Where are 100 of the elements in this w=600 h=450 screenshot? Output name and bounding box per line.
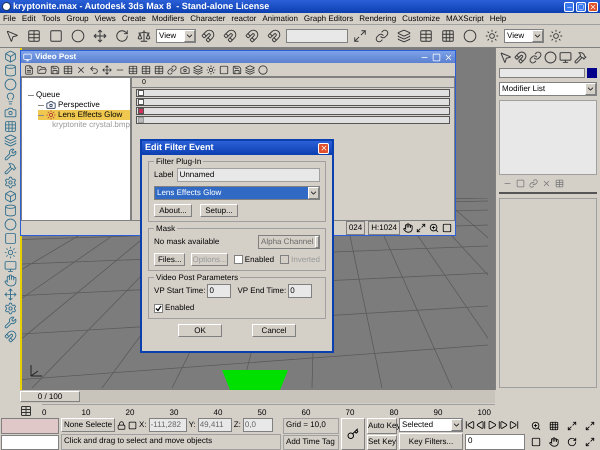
current-frame-field[interactable]: 0 [465, 434, 525, 450]
checkbox[interactable] [234, 255, 243, 264]
scene-event-icon[interactable] [180, 64, 190, 74]
orbit-icon[interactable] [567, 437, 577, 447]
go-to-end-icon[interactable] [509, 420, 519, 430]
minimize-button[interactable] [564, 2, 574, 12]
maximize-viewport-icon[interactable] [585, 437, 595, 447]
menu-item[interactable]: Edit [22, 12, 36, 24]
event-track[interactable] [136, 116, 450, 124]
caret-icon [451, 419, 462, 431]
close-icon[interactable] [444, 52, 453, 62]
play-icon[interactable] [487, 420, 497, 430]
zoom-icon[interactable] [429, 223, 439, 233]
dialog-button[interactable]: Setup... [200, 204, 238, 217]
menu-item[interactable]: reactor [231, 12, 256, 24]
filter-plugin-dropdown[interactable]: Lens Effects Glow [154, 186, 320, 200]
menu-item[interactable]: Customize [402, 12, 440, 24]
sphere-icon[interactable] [4, 78, 16, 91]
menu-item[interactable]: Views [94, 12, 116, 24]
zoom-icon[interactable] [531, 421, 541, 431]
menu-item[interactable]: Help [490, 12, 506, 24]
end-time-field[interactable]: 0 [288, 284, 312, 298]
next-frame-icon[interactable] [498, 420, 508, 430]
maximize-icon[interactable] [432, 52, 441, 62]
camera-icon[interactable] [4, 106, 16, 119]
maxscript-input[interactable] [1, 434, 59, 450]
queue-row[interactable]: Lens Effects Glow [38, 110, 130, 120]
pan-icon[interactable] [403, 223, 413, 233]
menu-item[interactable]: Group [66, 12, 89, 24]
checkbox-label: Enabled [165, 302, 194, 314]
reference-dropdown[interactable]: View [156, 29, 196, 43]
settings-icon[interactable] [4, 176, 16, 189]
save-icon[interactable] [50, 64, 60, 74]
menu-item[interactable]: Character [190, 12, 226, 24]
label-field[interactable]: Unnamed [176, 168, 320, 182]
dialog-title: Edit Filter Event [145, 141, 215, 154]
mask-message: No mask available [154, 236, 220, 248]
close-button[interactable] [318, 142, 329, 154]
frame-tick-label: 0 [42, 409, 46, 417]
queue-row[interactable]: Queue [28, 90, 130, 100]
utilities-tab-icon[interactable] [574, 51, 587, 64]
open-icon[interactable] [37, 64, 47, 74]
delete-icon[interactable] [76, 64, 86, 74]
key-icon [347, 428, 359, 440]
dialog-button[interactable]: About... [154, 204, 192, 217]
plane-icon[interactable] [4, 120, 16, 133]
frame-tick-label: 50 [258, 409, 266, 417]
set-key-button[interactable]: Set Key [367, 434, 397, 450]
go-to-start-icon[interactable] [465, 420, 475, 430]
restore-button[interactable] [576, 2, 586, 12]
display-tab-icon[interactable] [559, 51, 572, 64]
modifier-list-dropdown[interactable]: Modifier List [499, 82, 597, 96]
y-coordinate-field[interactable]: 49,411 [198, 418, 232, 432]
event-track[interactable] [136, 107, 450, 115]
create-tab-icon[interactable] [499, 51, 512, 64]
hammer-icon[interactable] [4, 162, 16, 175]
dialog-button[interactable]: OK [178, 324, 222, 337]
frame-tick-label: 70 [346, 409, 354, 417]
checkbox[interactable] [154, 304, 163, 312]
render-view-dropdown[interactable]: View [504, 29, 544, 43]
close-button[interactable] [588, 2, 598, 12]
new-icon[interactable] [24, 64, 34, 74]
frame-tick-label: 40 [214, 409, 222, 417]
frame-tick-label: 90 [434, 409, 442, 417]
event-track[interactable] [136, 98, 450, 106]
start-time-field[interactable]: 0 [207, 284, 232, 298]
previous-frame-icon[interactable] [476, 420, 486, 430]
menu-item[interactable]: Modifiers [152, 12, 184, 24]
menu-item[interactable]: Create [122, 12, 146, 24]
frame-counter-thumb[interactable]: 0 / 100 [20, 391, 80, 402]
menu-item[interactable]: MAXScript [446, 12, 484, 24]
cylinder-icon[interactable] [4, 64, 16, 77]
layers-icon[interactable] [4, 134, 16, 147]
z-coordinate-field[interactable]: 0,0 [242, 418, 273, 432]
object-color-swatch[interactable] [587, 68, 597, 78]
lock-icon[interactable] [117, 420, 126, 430]
display-icon[interactable] [4, 260, 16, 273]
menu-item[interactable]: File [3, 12, 16, 24]
queue-row[interactable]: Perspective [38, 100, 130, 110]
key-mode-dropdown[interactable]: Selected [399, 418, 463, 432]
menu-item[interactable]: Graph Editors [304, 12, 354, 24]
pan-icon[interactable] [549, 437, 559, 447]
dialog-button[interactable]: Files... [154, 253, 186, 266]
menu-item[interactable]: Rendering [359, 12, 396, 24]
output-width-label: 024 [346, 221, 366, 235]
dialog-button[interactable]: Cancel [252, 324, 296, 337]
add-time-tag[interactable]: Add Time Tag [283, 434, 339, 450]
menu-item[interactable]: Animation [262, 12, 298, 24]
caret-icon [308, 187, 319, 199]
object-name-field[interactable] [499, 68, 585, 78]
menu-item[interactable]: Tools [42, 12, 60, 24]
event-track[interactable] [136, 89, 450, 97]
box-icon[interactable] [4, 50, 16, 63]
x-coordinate-field[interactable]: -111,282 [148, 418, 187, 432]
selection-set-field[interactable] [286, 29, 348, 43]
key-filters-button[interactable]: Key Filters... [399, 433, 463, 450]
start-time-label: VP Start Time: [154, 285, 206, 297]
set-key-mode-button[interactable] [341, 418, 365, 450]
hand-icon[interactable] [4, 274, 16, 287]
wrench-icon[interactable] [4, 148, 16, 161]
